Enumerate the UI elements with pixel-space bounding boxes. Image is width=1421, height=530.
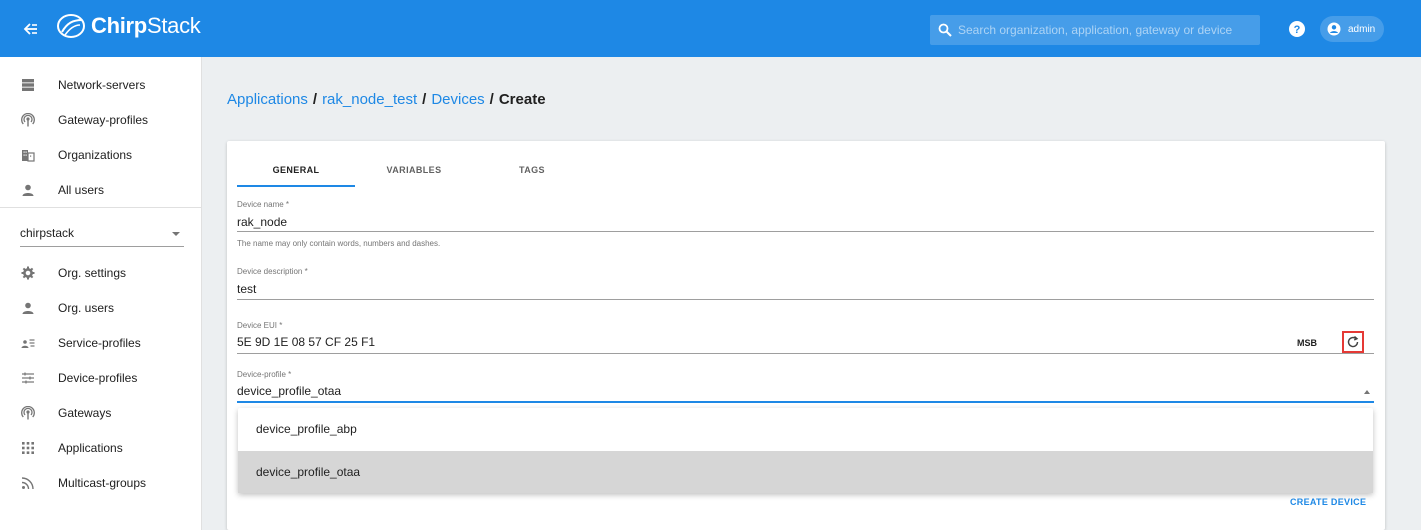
radio-tower-icon <box>21 113 35 127</box>
device-description-label: Device description * <box>237 267 308 276</box>
breadcrumb-link-devices[interactable]: Devices <box>431 91 484 108</box>
search-input[interactable] <box>958 23 1248 37</box>
sidebar-item-label: Multicast-groups <box>58 476 147 490</box>
device-profile-select[interactable]: Device-profile * device_profile_otaa <box>237 370 1374 406</box>
device-name-input[interactable]: rak_node <box>237 215 287 229</box>
chevron-down-icon <box>172 232 180 236</box>
server-icon <box>21 78 35 92</box>
device-eui-label: Device EUI * <box>237 321 283 330</box>
device-name-field[interactable]: Device name * rak_node The name may only… <box>237 200 1374 254</box>
breadcrumb-link-applications[interactable]: Applications <box>227 91 308 108</box>
sidebar-item-multicast-groups[interactable]: Multicast-groups <box>0 468 202 498</box>
sidebar-item-label: Device-profiles <box>58 371 138 385</box>
tune-icon <box>21 371 35 385</box>
breadcrumb-link-application[interactable]: rak_node_test <box>322 91 417 108</box>
sidebar-item-gateway-profiles[interactable]: Gateway-profiles <box>0 105 202 135</box>
global-search[interactable] <box>930 15 1260 45</box>
refresh-icon <box>1347 335 1359 348</box>
domain-icon <box>21 148 35 162</box>
sidebar-item-org-users[interactable]: Org. users <box>0 293 202 323</box>
chirpstack-logo-icon <box>57 14 85 38</box>
device-profile-value[interactable]: device_profile_otaa <box>237 384 341 398</box>
account-details-icon <box>21 336 35 350</box>
sidebar-item-service-profiles[interactable]: Service-profiles <box>0 328 202 358</box>
dropdown-option-selected[interactable]: device_profile_otaa <box>238 451 1373 493</box>
breadcrumb-separator: / <box>312 91 318 108</box>
sidebar-item-gateways[interactable]: Gateways <box>0 398 202 428</box>
device-description-underline <box>237 299 1374 300</box>
device-eui-underline <box>237 353 1374 354</box>
sidebar-item-label: Service-profiles <box>58 336 141 350</box>
gear-icon <box>21 266 35 280</box>
user-menu-button[interactable]: admin <box>1320 16 1385 42</box>
help-icon[interactable]: ? <box>1287 19 1307 39</box>
sidebar-item-organizations[interactable]: Organizations <box>0 140 202 170</box>
device-description-input[interactable]: test <box>237 282 256 296</box>
breadcrumb-current: Create <box>498 91 546 108</box>
chevron-up-icon[interactable] <box>1364 390 1370 394</box>
sidebar-item-device-profiles[interactable]: Device-profiles <box>0 363 202 393</box>
sidebar-item-org-settings[interactable]: Org. settings <box>0 258 202 288</box>
sidebar-item-network-servers[interactable]: Network-servers <box>0 70 202 100</box>
collapse-sidebar-icon[interactable] <box>22 20 40 38</box>
device-name-underline <box>237 231 1374 232</box>
sidebar-item-all-users[interactable]: All users <box>0 175 202 205</box>
device-profile-dropdown-menu: device_profile_abp device_profile_otaa <box>238 408 1373 493</box>
apps-grid-icon <box>21 441 35 455</box>
sidebar-item-label: Applications <box>58 441 123 455</box>
device-name-helper-text: The name may only contain words, numbers… <box>237 239 441 248</box>
sidebar-divider <box>0 207 202 208</box>
device-eui-field[interactable]: Device EUI * 5E 9D 1E 08 57 CF 25 F1 MSB <box>237 321 1374 357</box>
sidebar-item-label: Network-servers <box>58 78 146 92</box>
radio-tower-icon <box>21 406 35 420</box>
tab-general[interactable]: GENERAL <box>237 153 355 187</box>
create-device-button[interactable]: CREATE DEVICE <box>1290 497 1366 507</box>
byte-order-toggle[interactable]: MSB <box>1297 338 1317 348</box>
device-create-form-card: GENERAL VARIABLES TAGS Device name * rak… <box>227 141 1385 530</box>
active-tab-indicator <box>237 185 355 187</box>
account-icon <box>21 301 35 315</box>
logo-text: ChirpStack <box>91 13 201 38</box>
device-name-label: Device name * <box>237 200 290 209</box>
generate-eui-button[interactable] <box>1342 331 1364 353</box>
device-profile-label: Device-profile * <box>237 370 292 379</box>
sidebar-item-label: Organizations <box>58 148 133 162</box>
breadcrumb: Applications / rak_node_test / Devices / Creat… <box>227 91 546 108</box>
search-icon <box>938 23 952 37</box>
sidebar-item-applications[interactable]: Applications <box>0 433 202 463</box>
organization-selector[interactable]: chirpstack <box>20 219 184 247</box>
breadcrumb-separator: / <box>489 91 494 108</box>
sidebar-item-label: All users <box>58 183 105 197</box>
account-icon <box>21 183 35 197</box>
sidebar-item-label: Gateways <box>58 406 112 420</box>
user-name: admin <box>1348 23 1376 35</box>
dropdown-option[interactable]: device_profile_abp <box>238 408 1373 450</box>
sidebar-item-label: Org. settings <box>58 266 127 280</box>
account-circle-icon <box>1327 22 1341 36</box>
breadcrumb-separator: / <box>422 91 427 108</box>
sidebar-item-label: Org. users <box>58 301 115 315</box>
tab-variables[interactable]: VARIABLES <box>355 153 473 187</box>
organization-selector-value: chirpstack <box>20 226 75 240</box>
rss-icon <box>21 476 35 490</box>
sidebar-item-label: Gateway-profiles <box>58 113 149 127</box>
chirpstack-logo[interactable]: ChirpStack <box>55 11 201 41</box>
svg-text:?: ? <box>1294 24 1301 36</box>
tab-tags[interactable]: TAGS <box>473 153 591 187</box>
device-eui-input[interactable]: 5E 9D 1E 08 57 CF 25 F1 <box>237 335 375 349</box>
sidebar: Network-servers Gateway-profiles Organiz… <box>0 57 202 530</box>
device-profile-underline <box>237 401 1374 403</box>
top-app-bar: ChirpStack ? admin <box>0 0 1421 57</box>
device-description-field[interactable]: Device description * test <box>237 267 1374 303</box>
